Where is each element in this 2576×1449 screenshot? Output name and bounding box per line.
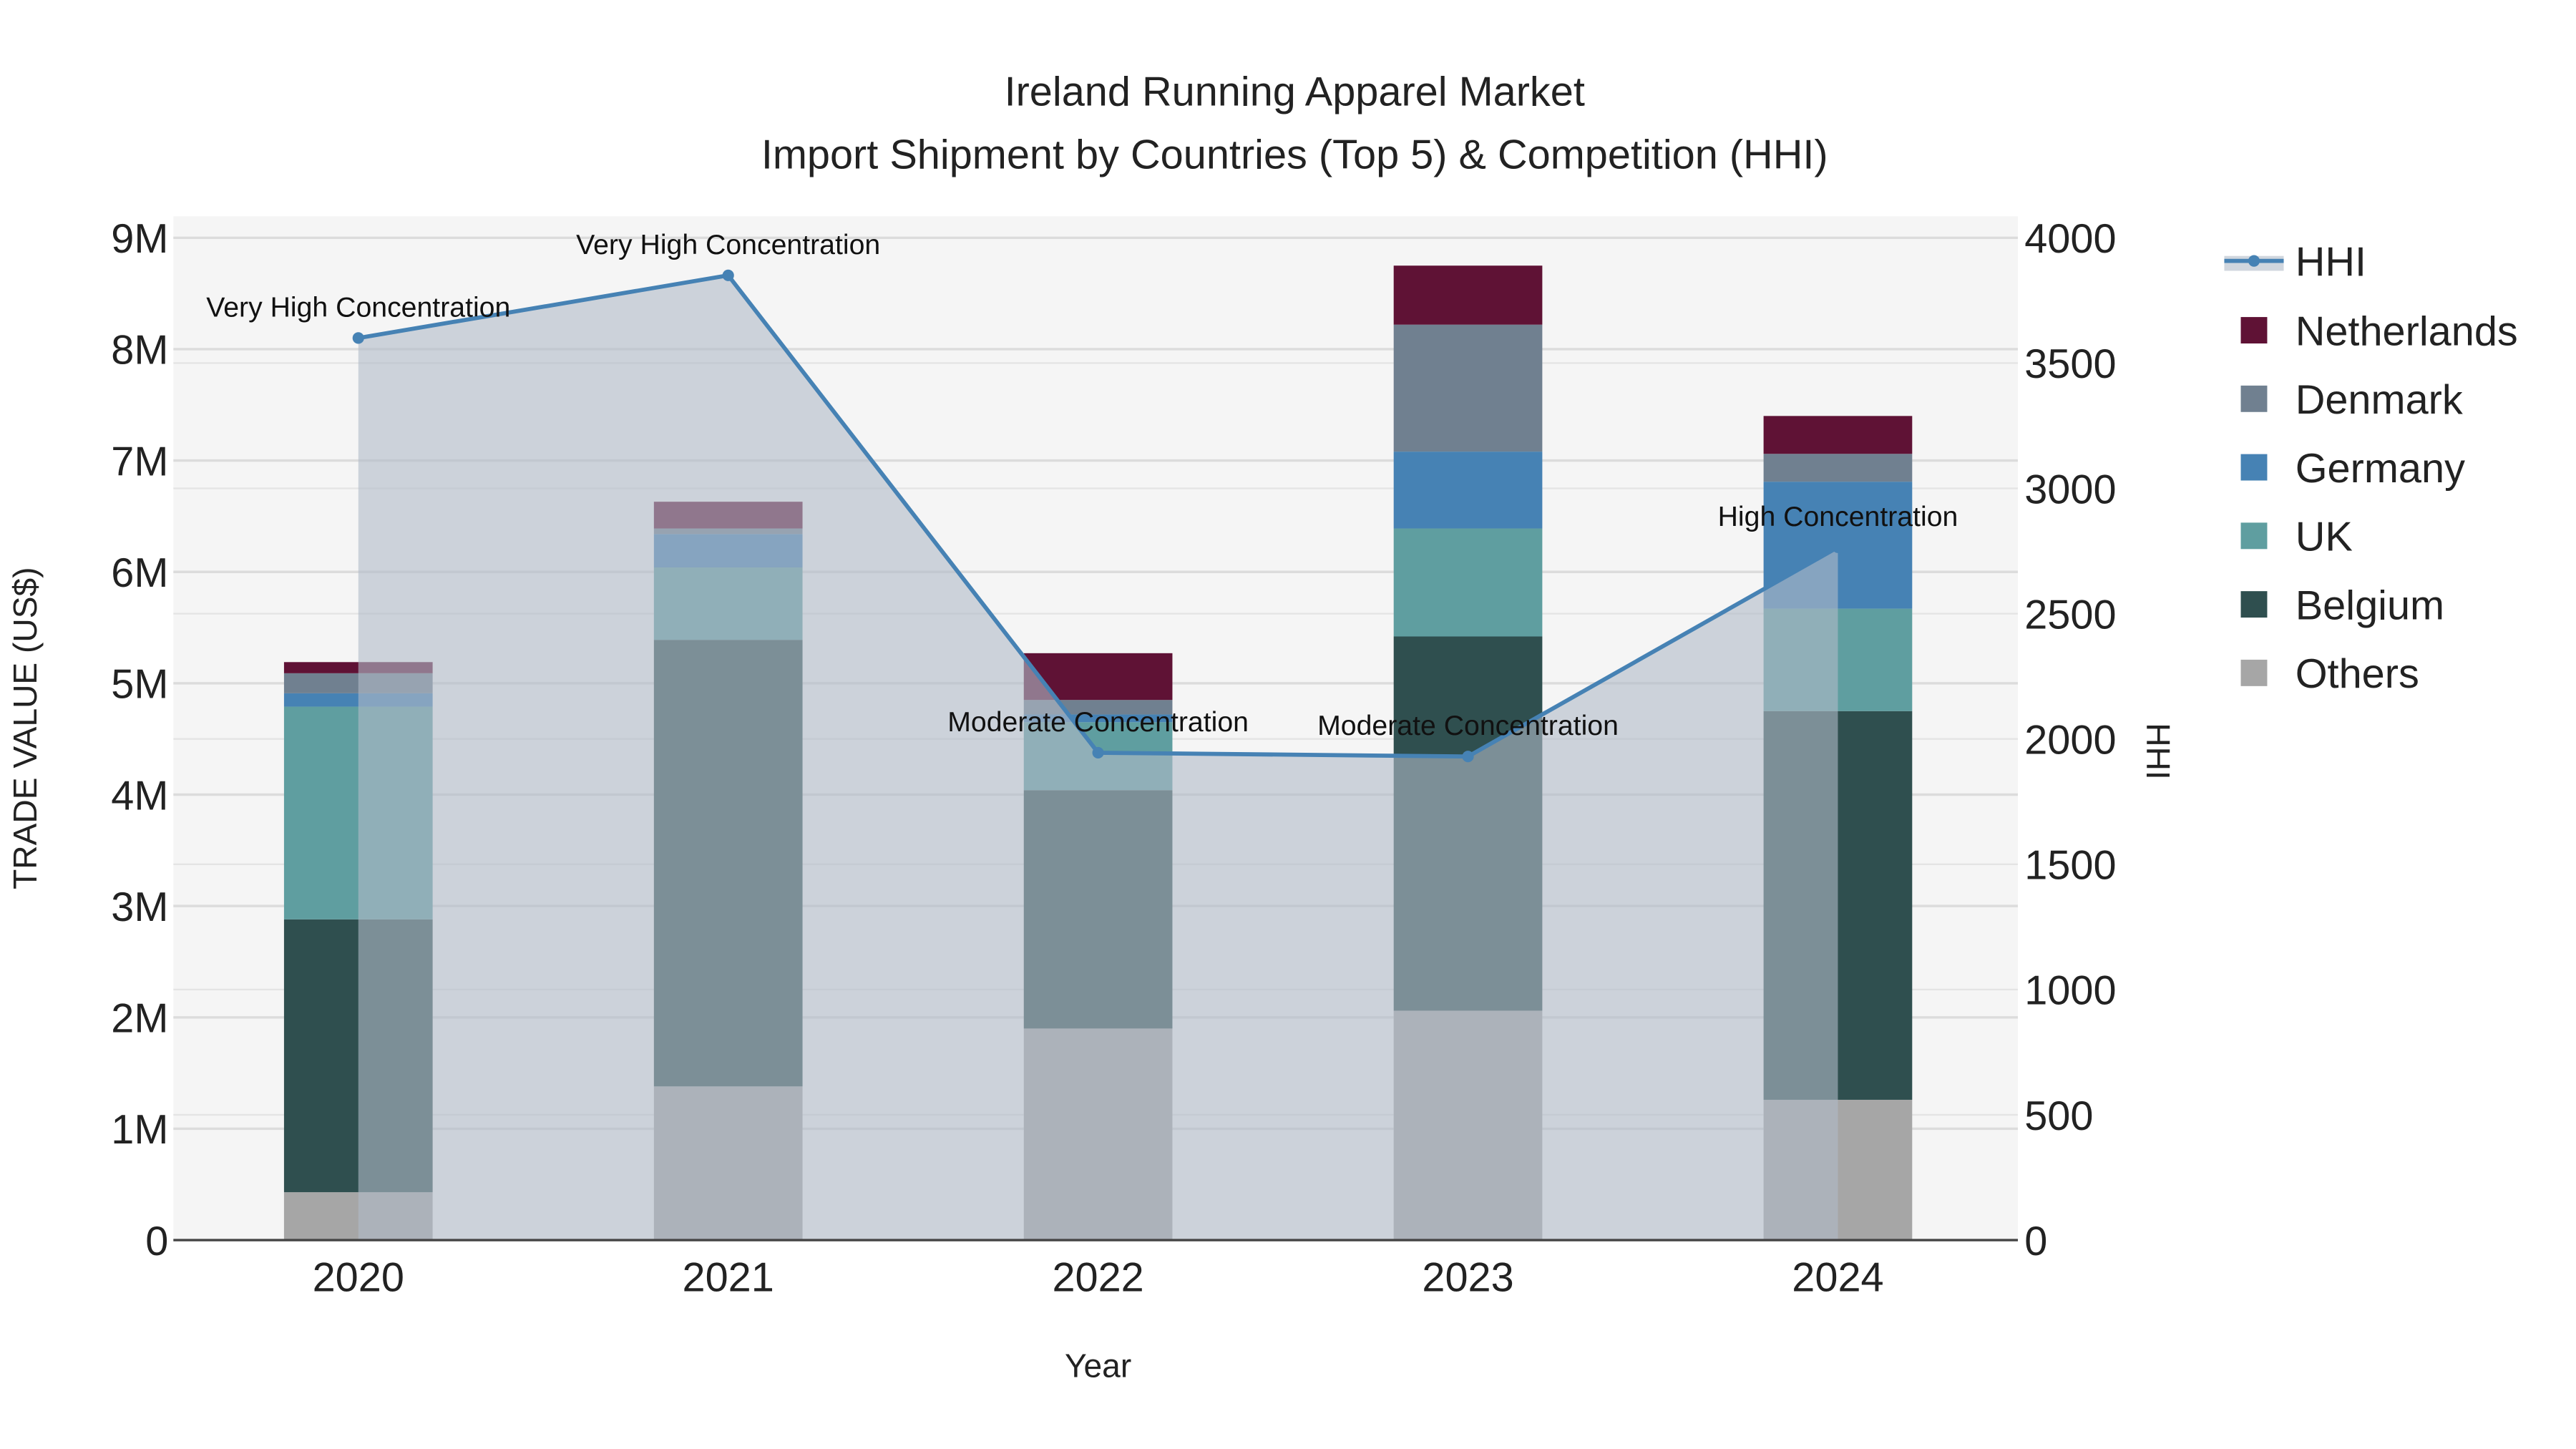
bar-uk-2023 [1393,528,1543,637]
y2-tick-label: 1500 [2024,843,2116,889]
y-tick-label: 8M [111,328,168,374]
hhi-point-2021 [722,269,734,281]
legend-swatch-netherlands [2240,317,2268,343]
hhi-annotation: Very High Concentration [576,229,880,260]
y-axis-label: TRADE VALUE (US$) [6,567,44,889]
x-tick-label: 2020 [313,1255,404,1301]
legend-marker-hhi [2248,255,2260,267]
bar-netherlands-2023 [1393,265,1543,325]
bar-germany-2023 [1393,452,1543,529]
y2-tick-label: 2500 [2024,592,2116,638]
y2-tick-label: 3000 [2024,467,2116,512]
y2-tick-label: 0 [2024,1219,2047,1264]
y2-tick-label: 2000 [2024,717,2116,763]
legend-label-netherlands: Netherlands [2296,308,2518,354]
y-tick-label: 4M [111,773,168,819]
legend-label-hhi: HHI [2296,239,2366,285]
legend-label-uk: UK [2296,514,2353,560]
x-tick-label: 2021 [683,1255,774,1301]
hhi-point-2023 [1462,751,1474,763]
chart: 0 500 1000 1500 2000 2500 3000 3500 4000 0 1M 2M 3M 4… [0,0,2576,1449]
y-tick-label: 1M [111,1107,168,1153]
y2-tick-label: 3500 [2024,341,2116,387]
x-tick-label: 2024 [1792,1255,1883,1301]
hhi-point-2024 [1832,541,1844,553]
hhi-annotation: High Concentration [1718,501,1958,532]
legend-swatch-others [2240,659,2268,686]
hhi-annotation: Moderate Concentration [1317,710,1619,741]
y-tick-label: 0 [145,1219,168,1264]
legend-swatch-uk [2240,522,2268,550]
chart-title: Ireland Running Apparel Market [1005,69,1585,115]
y2-tick-label: 500 [2024,1093,2093,1139]
hhi-point-2020 [352,332,364,344]
legend-label-others: Others [2296,651,2419,697]
legend-swatch-belgium [2240,591,2268,618]
legend-swatch-denmark [2240,385,2268,412]
y2-tick-label: 4000 [2024,216,2116,262]
bar-denmark-2023 [1393,324,1543,452]
x-tick-label: 2023 [1422,1255,1513,1301]
hhi-annotation: Moderate Concentration [947,706,1249,738]
y-tick-label: 7M [111,439,168,484]
y2-tick-label: 1000 [2024,968,2116,1014]
legend-label-denmark: Denmark [2296,377,2463,423]
y-tick-label: 2M [111,996,168,1042]
y-tick-label: 3M [111,884,168,930]
legend-label-germany: Germany [2296,446,2465,492]
x-tick-label: 2022 [1052,1255,1143,1301]
bar-denmark-2024 [1763,454,1913,482]
y-tick-label: 9M [111,216,168,262]
bar-netherlands-2024 [1763,416,1913,454]
y-tick-label: 5M [111,662,168,708]
x-axis-label: Year [1065,1347,1131,1385]
y2-axis-label: HHI [2140,723,2177,779]
legend-swatch-germany [2240,454,2268,481]
chart-subtitle: Import Shipment by Countries (Top 5) & C… [761,132,1828,177]
hhi-point-2022 [1092,746,1104,759]
y-tick-label: 6M [111,550,168,596]
hhi-annotation: Very High Concentration [206,291,510,323]
legend-label-belgium: Belgium [2296,582,2444,628]
